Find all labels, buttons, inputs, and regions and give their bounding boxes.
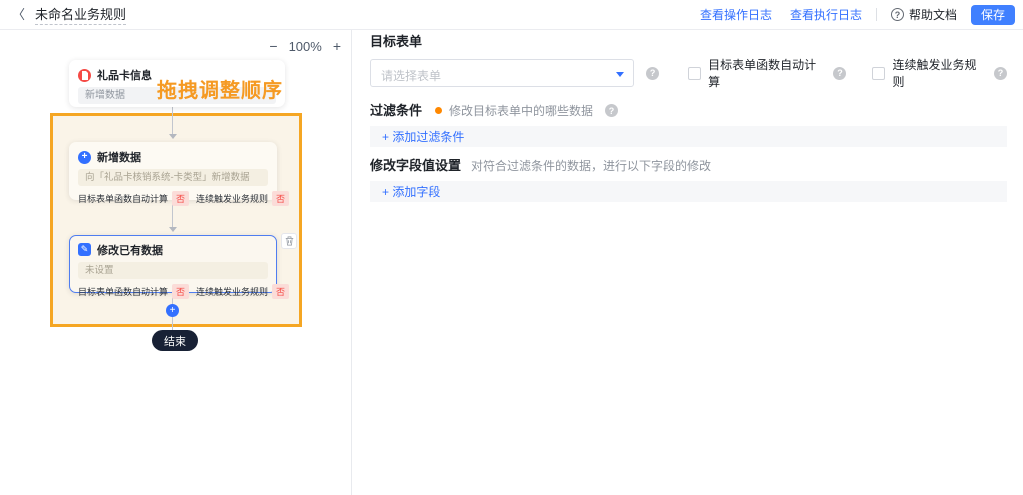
trigger-form-icon — [78, 68, 91, 82]
modify-fields-section-title: 修改字段值设置 — [370, 158, 462, 173]
config-panel: 目标表单 请选择表单 ? 目标表单函数自动计算 ? 连续触发业务规则 ? 过滤条… — [352, 30, 1023, 495]
node2-calc-badge: 否 — [172, 191, 190, 206]
rule-title[interactable]: 未命名业务规则 — [35, 4, 127, 25]
add-field-link[interactable]: + 添加字段 — [382, 183, 440, 200]
help-doc-button[interactable]: ? 帮助文档 — [890, 6, 957, 23]
add-data-icon: + — [78, 150, 91, 164]
target-form-help-icon[interactable]: ? — [646, 66, 660, 80]
orange-dot-icon — [435, 107, 443, 114]
node3-calc-badge: 否 — [172, 283, 190, 299]
chain-trigger-checkbox[interactable] — [872, 66, 886, 80]
header-divider — [875, 8, 877, 21]
target-form-placeholder: 请选择表单 — [381, 69, 442, 83]
zoom-in-button[interactable]: + — [333, 38, 341, 54]
connector-line — [172, 107, 173, 134]
delete-node-button[interactable] — [281, 233, 297, 249]
checkbox-auto-calc[interactable]: 目标表单函数自动计算 ? — [688, 56, 847, 90]
node3-description: 未设置 — [78, 261, 268, 279]
question-circle-icon: ? — [890, 8, 904, 21]
chevron-down-icon — [616, 72, 625, 77]
node2-description: 向「礼品卡核销系统-卡类型」新增数据 — [78, 169, 268, 186]
trash-icon — [285, 236, 293, 246]
node3-calc-label: 目标表单函数自动计算 — [78, 286, 169, 297]
node3-trigger-label: 连续触发业务规则 — [196, 286, 269, 297]
top-bar: 〈 未命名业务规则 查看操作日志 查看执行日志 ? 帮助文档 保存 — [0, 0, 1023, 30]
node-modify-data[interactable]: ✎ 修改已有数据 未设置 目标表单函数自动计算 否 连续触发业务规则 否 — [69, 235, 290, 299]
view-operation-log-link[interactable]: 查看操作日志 — [700, 6, 772, 23]
node1-title: 礼品卡信息 — [97, 70, 152, 82]
back-icon[interactable]: 〈 — [12, 8, 25, 21]
filter-help-icon[interactable]: ? — [605, 104, 619, 117]
chain-trigger-label: 连续触发业务规则 — [892, 58, 977, 89]
filter-section-title: 过滤条件 — [370, 103, 423, 118]
node3-title: 修改已有数据 — [97, 244, 163, 257]
save-button[interactable]: 保存 — [970, 4, 1015, 25]
zoom-out-button[interactable]: − — [269, 38, 277, 54]
node2-trigger-label: 连续触发业务规则 — [196, 194, 269, 204]
end-node: 结束 — [152, 330, 198, 351]
drag-reorder-hint: 拖拽调整顺序 — [157, 80, 283, 102]
flow-canvas: − 100% + 礼品卡信息 新增数据 拖拽调整顺序 + 新增数据 向「礼品卡核… — [0, 30, 352, 495]
auto-calc-help-icon[interactable]: ? — [833, 66, 847, 80]
modify-fields-hint: 对符合过滤条件的数据，进行以下字段的修改 — [471, 159, 712, 173]
filter-hint: 修改目标表单中的哪些数据 — [449, 104, 594, 118]
auto-calc-checkbox[interactable] — [688, 66, 702, 80]
node2-calc-label: 目标表单函数自动计算 — [78, 194, 169, 204]
view-execution-log-link[interactable]: 查看执行日志 — [790, 6, 862, 23]
target-form-section-title: 目标表单 — [370, 34, 423, 49]
target-form-select[interactable]: 请选择表单 — [370, 59, 635, 87]
connector-arrow-icon — [168, 227, 177, 232]
filter-bar: + 添加过滤条件 — [370, 126, 1007, 147]
node3-trigger-badge: 否 — [272, 283, 290, 299]
zoom-level: 100% — [288, 38, 322, 54]
add-node-button[interactable]: + — [166, 304, 179, 317]
connector-arrow-icon — [168, 134, 177, 139]
add-filter-condition-link[interactable]: + 添加过滤条件 — [382, 128, 464, 145]
checkbox-chain-trigger[interactable]: 连续触发业务规则 ? — [872, 56, 1007, 90]
node2-title: 新增数据 — [97, 152, 141, 164]
help-doc-label: 帮助文档 — [908, 8, 957, 22]
node-add-data[interactable]: + 新增数据 向「礼品卡核销系统-卡类型」新增数据 目标表单函数自动计算 否 连… — [69, 142, 290, 206]
node2-trigger-badge: 否 — [272, 191, 290, 206]
chain-trigger-help-icon[interactable]: ? — [994, 66, 1007, 80]
zoom-controls: − 100% + — [269, 38, 341, 54]
edit-data-icon: ✎ — [78, 243, 91, 256]
auto-calc-label: 目标表单函数自动计算 — [708, 58, 817, 89]
modify-fields-bar: + 添加字段 — [370, 181, 1007, 202]
